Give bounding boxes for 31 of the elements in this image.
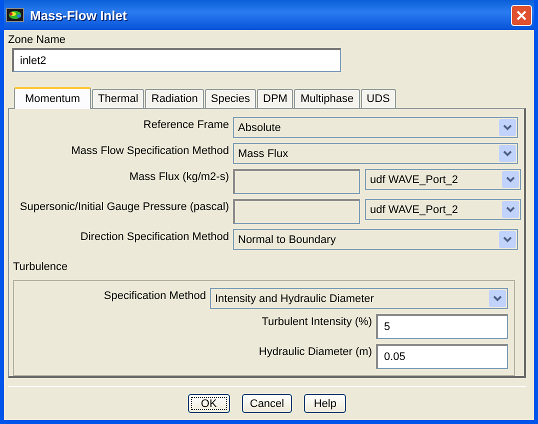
dialog-button[interactable]: Cancel xyxy=(242,394,292,413)
window-title: Mass-Flow Inlet xyxy=(30,8,128,22)
tab[interactable]: Multiphase xyxy=(294,89,360,108)
tab[interactable]: Thermal xyxy=(92,89,144,108)
field-label: Mass Flow Specification Method xyxy=(70,144,229,157)
zone-name-label: Zone Name xyxy=(8,34,66,46)
tab[interactable]: DPM xyxy=(257,89,294,108)
field-label: Supersonic/Initial Gauge Pressure (pascal) xyxy=(18,200,229,213)
tab[interactable]: Momentum xyxy=(14,87,92,109)
tab[interactable]: Species xyxy=(204,89,256,108)
tab[interactable]: UDS xyxy=(360,89,396,108)
field-label: Hydraulic Diameter (m) xyxy=(258,345,372,360)
input-field[interactable]: 0.05 xyxy=(376,344,508,369)
dropdown[interactable]: Absolute xyxy=(233,117,518,138)
dialog-button[interactable]: OK xyxy=(188,394,230,413)
zone-name-field[interactable]: inlet2 xyxy=(12,48,341,72)
app-icon xyxy=(6,8,24,22)
dropdown[interactable]: Normal to Boundary xyxy=(233,229,518,250)
group-title: Turbulence xyxy=(13,261,69,273)
field-label: Turbulent Intensity (%) xyxy=(262,315,372,330)
input-field[interactable]: 5 xyxy=(376,314,508,339)
dropdown[interactable]: Intensity and Hydraulic Diameter xyxy=(210,288,508,309)
close-icon xyxy=(516,10,527,20)
field-label: Reference Frame xyxy=(142,118,229,131)
field-label: Mass Flux (kg/m2-s) xyxy=(128,170,229,183)
dropdown[interactable]: Mass Flux xyxy=(233,143,518,164)
tab[interactable]: Radiation xyxy=(145,89,204,108)
field-label: Specification Method xyxy=(104,289,206,304)
field-label: Direction Specification Method xyxy=(79,230,229,243)
dialog-button[interactable]: Help xyxy=(304,394,346,413)
close-button[interactable] xyxy=(511,4,532,26)
